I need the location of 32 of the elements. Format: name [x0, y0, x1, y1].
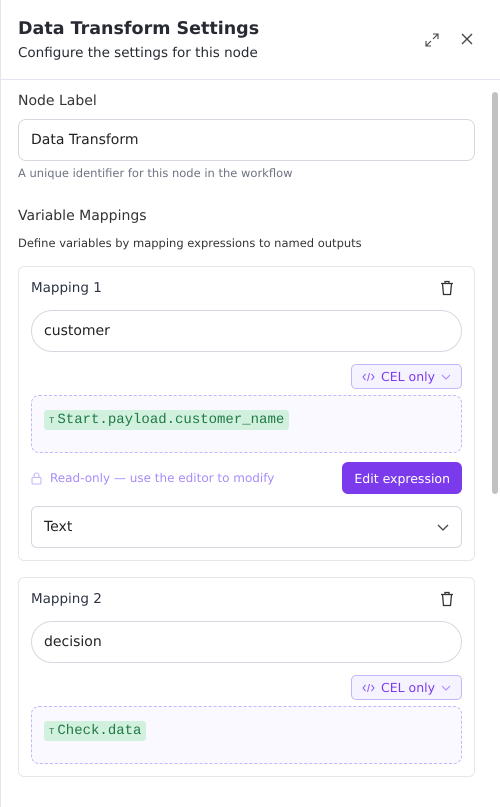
expression-text: Start.payload.customer_name — [57, 412, 284, 428]
caret-icon — [441, 374, 451, 380]
trash-icon[interactable] — [440, 591, 454, 607]
close-icon[interactable] — [460, 32, 474, 46]
variable-name-input[interactable]: decision — [31, 621, 462, 663]
mapping-title: Mapping 2 — [31, 591, 102, 607]
lock-icon — [31, 472, 42, 484]
caret-icon — [441, 684, 451, 690]
section-title: Variable Mappings — [18, 208, 148, 224]
panel-subtitle: Configure the settings for this node — [18, 45, 259, 61]
expand-icon[interactable] — [424, 32, 440, 48]
variable-name-input[interactable]: customer — [31, 310, 462, 352]
type-marker: T — [49, 727, 54, 737]
expression-area[interactable]: T Start.payload.customer_name — [31, 395, 462, 453]
field-label: Node Label — [18, 93, 98, 109]
mode-dropdown[interactable]: CEL only — [350, 675, 462, 700]
code-icon — [362, 372, 375, 382]
mode-dropdown[interactable]: CEL only — [350, 364, 462, 389]
trash-icon[interactable] — [440, 280, 454, 296]
panel-title: Data Transform Settings — [18, 19, 260, 39]
chevron-down-icon — [437, 524, 449, 530]
readonly-note: Read-only — use the editor to modify — [50, 471, 276, 485]
section-description: Define variables by mapping expressions to named outputs — [18, 236, 363, 250]
expression-text: Check.data — [57, 723, 142, 739]
mapping-title: Mapping 1 — [31, 280, 102, 296]
code-icon — [362, 682, 375, 692]
node-label-input[interactable]: Data Transform — [18, 119, 475, 161]
type-marker: T — [49, 416, 54, 426]
edit-expression-button[interactable]: Edit expression — [342, 462, 462, 494]
output-type-select[interactable]: Text — [31, 506, 462, 548]
expression-area[interactable]: T Check.data — [31, 706, 462, 764]
help-text: A unique identifier for this node in the workflow — [18, 166, 294, 180]
